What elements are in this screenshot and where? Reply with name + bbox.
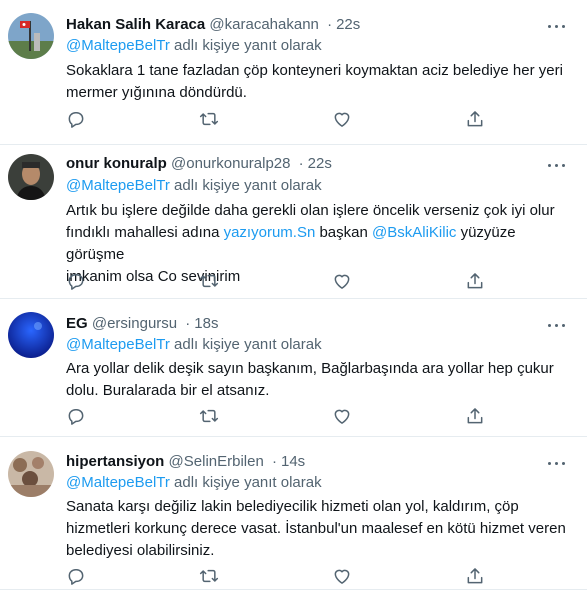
tweet-text-line: belediyesi olabilirsiniz. — [66, 542, 215, 559]
heart-icon[interactable] — [332, 271, 354, 293]
tweet[interactable]: Hakan Salih Karaca @karacahakann · 22s @M… — [0, 0, 587, 145]
text-segment: başkan — [315, 224, 373, 241]
timestamp[interactable]: 22s — [308, 155, 332, 172]
share-icon[interactable] — [465, 566, 487, 588]
reply-mention[interactable]: @MaltepeBelTr — [66, 177, 170, 194]
user-handle[interactable]: @karacahakann — [209, 16, 318, 33]
retweet-icon[interactable] — [199, 566, 221, 588]
tweet-text-line: Ara yollar delik deşik sayın başkanım, B… — [66, 360, 554, 377]
action-bar — [66, 406, 486, 428]
separator: · — [298, 155, 304, 172]
tweet-header: EG @ersingursu · 18s — [66, 313, 218, 335]
tweet[interactable]: hipertansiyon @SelinErbilen · 14s @Maltep… — [0, 437, 587, 590]
tweet-text-line: mermer yığınına döndürdü. — [66, 84, 247, 101]
avatar[interactable] — [8, 154, 54, 200]
reply-mention[interactable]: @MaltepeBelTr — [66, 37, 170, 54]
tweet-text-line: Artık bu işlere değilde daha gerekli ola… — [66, 202, 555, 219]
tweet-text: Sanata karşı değiliz lakin belediyecilik… — [66, 496, 573, 562]
text-segment: fındıklı mahallesi adına — [66, 224, 224, 241]
reply-suffix: adlı kişiye yanıt olarak — [169, 474, 322, 491]
timestamp[interactable]: 22s — [336, 16, 360, 33]
share-icon[interactable] — [465, 109, 487, 131]
display-name[interactable]: onur konuralp — [66, 155, 167, 172]
tweet-header: hipertansiyon @SelinErbilen · 14s — [66, 451, 305, 473]
reply-icon[interactable] — [66, 406, 88, 428]
share-icon[interactable] — [465, 271, 487, 293]
action-bar — [66, 566, 486, 588]
display-name[interactable]: hipertansiyon — [66, 453, 164, 470]
retweet-icon[interactable] — [199, 271, 221, 293]
text-link[interactable]: yazıyorum.Sn — [224, 224, 316, 241]
reply-icon[interactable] — [66, 271, 88, 293]
mention-link[interactable]: @BskAliKilic — [372, 224, 456, 241]
reply-feed: Hakan Salih Karaca @karacahakann · 22s @M… — [0, 0, 587, 590]
tweet-text-line: dolu. Buralarada bir el atsanız. — [66, 382, 270, 399]
reply-icon[interactable] — [66, 109, 88, 131]
avatar[interactable] — [8, 13, 54, 59]
reply-suffix: adlı kişiye yanıt olarak — [169, 37, 322, 54]
tweet[interactable]: EG @ersingursu · 18s @MaltepeBelTr adlı k… — [0, 299, 587, 437]
reply-context: @MaltepeBelTr adlı kişiye yanıt olarak — [66, 36, 322, 56]
tweet-text: Sokaklara 1 tane fazladan çöp konteyneri… — [66, 60, 573, 104]
tweet-header: onur konuralp @onurkonuralp28 · 22s — [66, 153, 332, 175]
separator: · — [327, 16, 333, 33]
tweet-text: Ara yollar delik deşik sayın başkanım, B… — [66, 358, 573, 402]
tweet-header: Hakan Salih Karaca @karacahakann · 22s — [66, 14, 360, 36]
user-handle[interactable]: @SelinErbilen — [169, 453, 264, 470]
separator: · — [185, 315, 191, 332]
reply-mention[interactable]: @MaltepeBelTr — [66, 474, 170, 491]
display-name[interactable]: EG — [66, 315, 88, 332]
more-icon[interactable] — [547, 157, 567, 173]
reply-context: @MaltepeBelTr adlı kişiye yanıt olarak — [66, 473, 322, 493]
more-icon[interactable] — [547, 317, 567, 333]
reply-icon[interactable] — [66, 566, 88, 588]
action-bar — [66, 109, 486, 131]
tweet[interactable]: onur konuralp @onurkonuralp28 · 22s @Malt… — [0, 145, 587, 299]
tweet-text-line: Sokaklara 1 tane fazladan çöp konteyneri… — [66, 62, 563, 79]
heart-icon[interactable] — [332, 406, 354, 428]
action-bar — [66, 271, 486, 293]
reply-context: @MaltepeBelTr adlı kişiye yanıt olarak — [66, 176, 322, 196]
tweet-text-line: Sanata karşı değiliz lakin belediyecilik… — [66, 498, 519, 515]
reply-suffix: adlı kişiye yanıt olarak — [169, 177, 322, 194]
heart-icon[interactable] — [332, 109, 354, 131]
timestamp[interactable]: 14s — [281, 453, 305, 470]
display-name[interactable]: Hakan Salih Karaca — [66, 16, 205, 33]
timestamp[interactable]: 18s — [194, 315, 218, 332]
reply-suffix: adlı kişiye yanıt olarak — [169, 336, 322, 353]
more-icon[interactable] — [547, 18, 567, 34]
heart-icon[interactable] — [332, 566, 354, 588]
retweet-icon[interactable] — [199, 406, 221, 428]
separator: · — [271, 453, 277, 470]
avatar[interactable] — [8, 312, 54, 358]
more-icon[interactable] — [547, 455, 567, 471]
reply-context: @MaltepeBelTr adlı kişiye yanıt olarak — [66, 335, 322, 355]
tweet-text-line: hizmetleri korkunç derece vasat. İstanbu… — [66, 520, 566, 537]
retweet-icon[interactable] — [199, 109, 221, 131]
user-handle[interactable]: @onurkonuralp28 — [171, 155, 290, 172]
user-handle[interactable]: @ersingursu — [92, 315, 177, 332]
share-icon[interactable] — [465, 406, 487, 428]
avatar[interactable] — [8, 451, 54, 497]
tweet-text-line: fındıklı mahallesi adına yazıyorum.Sn ba… — [66, 222, 573, 266]
reply-mention[interactable]: @MaltepeBelTr — [66, 336, 170, 353]
